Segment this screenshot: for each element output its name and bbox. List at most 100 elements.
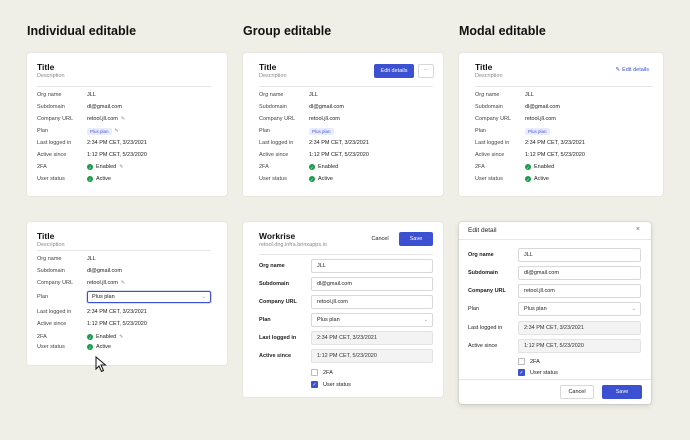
company-url-label: Company URL [259,299,297,305]
divider [459,379,651,380]
last-logged-field: 2:34 PM CET, 3/23/2021 [518,321,641,335]
org-name-label: Org name [259,263,285,269]
company-url-label: Company URL [37,280,74,286]
plan-badge: Plus plan [525,127,550,135]
subdomain-label: Subdomain [475,104,503,110]
twofa-label: 2FA [37,164,47,170]
org-name-label: Org name [468,252,494,258]
plan-select[interactable]: Plus plan ⌄ [518,302,641,316]
user-status-value: Active [534,176,549,182]
company-url-label: Company URL [37,116,74,122]
pencil-icon[interactable]: ✎ [121,116,125,122]
chevron-down-icon: ⌄ [423,317,428,323]
active-since-value: 1:12 PM CET, 5/23/2020 [87,321,147,327]
user-status-value: Active [96,344,111,350]
user-status-checkbox-row[interactable]: ✓ User status [311,381,351,388]
last-logged-value: 2:34 PM CET, 3/23/2021 [87,309,147,315]
divider [37,250,211,251]
plan-label: Plan [259,128,271,134]
card-title: Title [475,62,493,72]
plan-select-value: Plus plan [524,306,547,312]
active-since-label: Active since [475,152,505,158]
company-url-label: Company URL [468,288,506,294]
modal-save-button[interactable]: Save [602,385,642,399]
workrise-edit-card: Workrise retool.dng.infra.brinxapps.io C… [243,222,443,397]
plan-label: Plan [37,128,49,134]
company-url-value: retool.jll.com [87,280,118,286]
subdomain-value: dl@gmail.com [87,104,122,110]
last-logged-label: Last logged in [37,140,72,146]
chevron-down-icon: ⌄ [201,294,206,300]
pencil-icon[interactable]: ✎ [115,128,119,134]
active-since-label: Active since [468,343,498,349]
org-name-label: Org name [259,92,284,98]
group-card: Title Description Edit details ⋯ Org nam… [243,53,443,196]
plan-select[interactable]: Plus plan ⌄ [87,291,211,303]
company-url-label: Company URL [475,116,512,122]
user-status-checkbox[interactable]: ✓ [518,369,525,376]
card-description: Description [259,73,287,79]
divider [475,86,653,87]
twofa-label: 2FA [475,164,485,170]
twofa-checkbox-row[interactable]: 2FA [518,358,540,365]
subdomain-label: Subdomain [259,281,289,287]
individual-card: Title Description Org name JLL Subdomain d… [27,53,227,196]
twofa-checkbox-label: 2FA [323,369,333,376]
twofa-checkbox[interactable] [311,369,318,376]
subdomain-input[interactable]: dl@gmail.com [518,266,641,280]
close-icon[interactable]: × [636,226,640,233]
twofa-checkbox[interactable] [518,358,525,365]
twofa-checkbox-row[interactable]: 2FA [311,369,333,376]
last-logged-label: Last logged in [468,325,503,331]
active-since-label: Active since [37,321,67,327]
org-name-input[interactable]: JLL [311,259,433,273]
subdomain-input[interactable]: dl@gmail.com [311,277,433,291]
active-since-label: Active since [259,353,292,359]
company-url-input[interactable]: retool.jll.com [311,295,433,309]
check-circle-icon: ✓ [87,344,93,350]
modal-cancel-button[interactable]: Cancel [560,385,594,399]
active-since-label: Active since [259,152,289,158]
plan-label: Plan [468,306,480,312]
plan-select-value: Plus plan [317,317,340,323]
pencil-icon[interactable]: ✎ [119,164,123,170]
card-title: Title [37,231,55,241]
pencil-icon[interactable]: ✎ [121,280,125,286]
org-name-input[interactable]: JLL [518,248,641,262]
last-logged-label: Last logged in [259,140,294,146]
active-since-label: Active since [37,152,67,158]
user-status-value: Active [318,176,333,182]
plan-badge: Plus plan [309,127,334,135]
user-status-checkbox[interactable]: ✓ [311,381,318,388]
user-status-checkbox-row[interactable]: ✓ User status [518,369,558,376]
workrise-title: Workrise [259,231,296,241]
company-url-input[interactable]: retool.jll.com [518,284,641,298]
company-url-label: Company URL [259,116,296,122]
check-circle-icon: ✓ [87,334,93,340]
org-name-label: Org name [475,92,500,98]
twofa-label: 2FA [259,164,269,170]
more-horizontal-icon[interactable]: ⋯ [418,64,434,78]
edit-details-link[interactable]: ✎ Edit details [615,67,649,73]
divider [459,239,651,240]
plan-select[interactable]: Plus plan ⌄ [311,313,433,327]
last-logged-label: Last logged in [259,335,297,341]
subdomain-label: Subdomain [468,270,498,276]
pencil-icon: ✎ [615,67,621,73]
check-circle-icon: ✓ [87,176,93,182]
twofa-label: 2FA [37,334,47,340]
subdomain-value: dl@gmail.com [87,268,122,274]
edit-details-button[interactable]: Edit details [374,64,414,78]
twofa-value: Enabled [96,334,117,340]
last-logged-value: 2:34 PM CET, 3/23/2021 [309,140,369,146]
check-circle-icon: ✓ [525,176,531,182]
company-url-value: retool.jll.com [309,116,340,122]
check-circle-icon: ✓ [87,164,93,170]
pencil-icon[interactable]: ✎ [119,334,123,340]
save-button[interactable]: Save [399,232,433,246]
card-description: Description [475,73,503,79]
cancel-button[interactable]: Cancel [366,232,394,246]
subdomain-label: Subdomain [259,104,287,110]
user-status-label: User status [37,344,65,350]
active-since-field: 1:12 PM CET, 5/23/2020 [518,339,641,353]
